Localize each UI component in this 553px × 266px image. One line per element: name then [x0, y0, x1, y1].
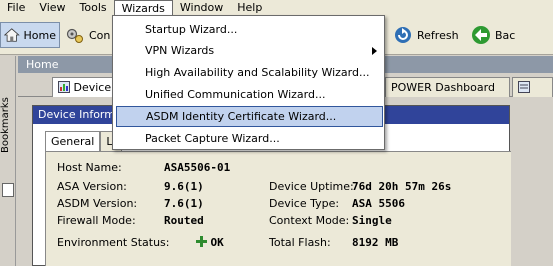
home-button[interactable]: Home: [0, 22, 60, 48]
bookmark-page-icon[interactable]: [2, 183, 14, 197]
wizards-dropdown-menu: Startup Wizard... VPN Wizards High Avail…: [112, 15, 385, 150]
bookmarks-sidebar[interactable]: Bookmarks: [0, 56, 16, 266]
menu-item-packet-capture-wizard[interactable]: Packet Capture Wizard...: [116, 128, 383, 149]
refresh-icon: [395, 27, 411, 43]
device-type-value: ASA 5506: [352, 197, 405, 210]
menu-item-asdm-identity-certificate-wizard[interactable]: ASDM Identity Certificate Wizard...: [116, 106, 383, 127]
plus-ok-icon: [196, 236, 207, 247]
configuration-button[interactable]: Con: [62, 22, 113, 48]
tab-firepower-dashboard[interactable]: POWER Dashboard: [385, 77, 510, 97]
dashboard-icon: [518, 81, 530, 93]
device-info-tabs: General Li: [45, 131, 122, 151]
home-button-label: Home: [23, 28, 56, 42]
back-button-label: Bac: [495, 28, 516, 42]
back-button[interactable]: Bac: [468, 22, 518, 48]
dashboard-icon: [58, 81, 70, 93]
menu-window[interactable]: Window: [173, 0, 230, 15]
asdm-version-label: ASDM Version:: [57, 197, 138, 210]
environment-status: OK: [196, 235, 224, 251]
menu-item-vpn-wizards[interactable]: VPN Wizards: [116, 40, 383, 61]
context-mode-label: Context Mode:: [269, 214, 350, 227]
tab-more[interactable]: [512, 77, 553, 97]
menu-tools[interactable]: Tools: [73, 0, 114, 15]
menu-view[interactable]: View: [32, 0, 72, 15]
home-icon: [4, 28, 20, 42]
host-name-value: ASA5506-01: [164, 161, 231, 174]
tab-power-label: POWER Dashboard: [391, 81, 495, 94]
menu-help[interactable]: Help: [230, 0, 269, 15]
home-view-title: Home: [26, 58, 59, 71]
environment-status-value: OK: [210, 236, 224, 249]
menu-item-startup-wizard[interactable]: Startup Wizard...: [116, 19, 383, 40]
bookmarks-label: Bookmarks: [0, 97, 11, 153]
tab-device-label: Device: [73, 81, 112, 94]
device-uptime-value: 76d 20h 57m 26s: [352, 180, 452, 193]
device-type-label: Device Type:: [269, 197, 340, 210]
firewall-mode-value: Routed: [164, 214, 204, 227]
back-arrow-icon: [472, 26, 490, 44]
refresh-button-label: Refresh: [417, 28, 459, 42]
refresh-button[interactable]: Refresh: [390, 22, 462, 48]
total-flash-value: 8192 MB: [352, 236, 399, 249]
tab-general[interactable]: General: [45, 131, 101, 151]
menu-item-unified-communication-wizard[interactable]: Unified Communication Wizard...: [116, 84, 383, 105]
asdm-version-value: 7.6(1): [164, 197, 204, 210]
host-name-label: Host Name:: [57, 161, 122, 174]
general-tab-body: Host Name: ASA5506-01 ASA Version: 9.6(1…: [45, 151, 511, 266]
menu-item-ha-scalability-wizard[interactable]: High Availability and Scalability Wizard…: [116, 62, 383, 83]
asa-version-label: ASA Version:: [57, 180, 127, 193]
context-mode-value: Single: [352, 214, 392, 227]
gear-icon: [66, 28, 83, 43]
asa-version-value: 9.6(1): [164, 180, 204, 193]
configuration-button-label: Con: [89, 28, 111, 42]
environment-status-label: Environment Status:: [57, 236, 170, 249]
menu-file[interactable]: File: [0, 0, 32, 15]
device-uptime-label: Device Uptime:: [269, 180, 354, 193]
menubar: File View Tools Wizards Window Help: [0, 0, 553, 16]
total-flash-label: Total Flash:: [269, 236, 331, 249]
vpn-wizards-label: VPN Wizards: [145, 44, 215, 57]
submenu-arrow-icon: [372, 47, 377, 55]
firewall-mode-label: Firewall Mode:: [57, 214, 136, 227]
menu-wizards[interactable]: Wizards: [113, 0, 173, 16]
